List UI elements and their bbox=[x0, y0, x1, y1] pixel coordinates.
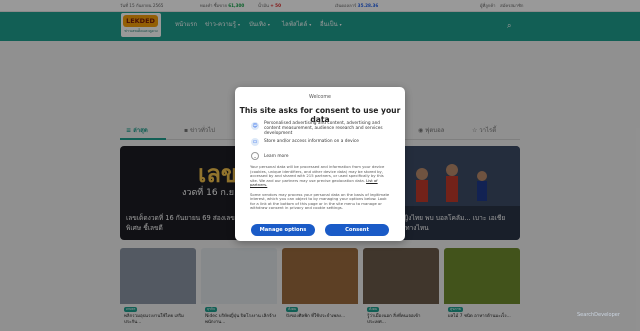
consent-welcome: Welcome bbox=[309, 95, 331, 100]
consent-body: Your personal data will be processed and… bbox=[250, 164, 390, 211]
consent-dialog: Welcome This site asks for consent to us… bbox=[235, 87, 405, 241]
watermark: SearchDeveloper bbox=[577, 312, 620, 318]
person-icon: ☺ bbox=[251, 122, 259, 130]
device-icon: ▭ bbox=[251, 138, 259, 146]
consent-purpose-storage: Store and/or access information on a dev… bbox=[264, 139, 359, 144]
learn-more-link[interactable]: Learn more bbox=[264, 154, 289, 159]
consent-purpose-ads: Personalised advertising and content, ad… bbox=[264, 121, 383, 136]
consent-button[interactable]: Consent bbox=[325, 224, 389, 236]
manage-options-button[interactable]: Manage options bbox=[251, 224, 315, 236]
chevron-down-icon[interactable]: ⌄ bbox=[251, 152, 259, 160]
